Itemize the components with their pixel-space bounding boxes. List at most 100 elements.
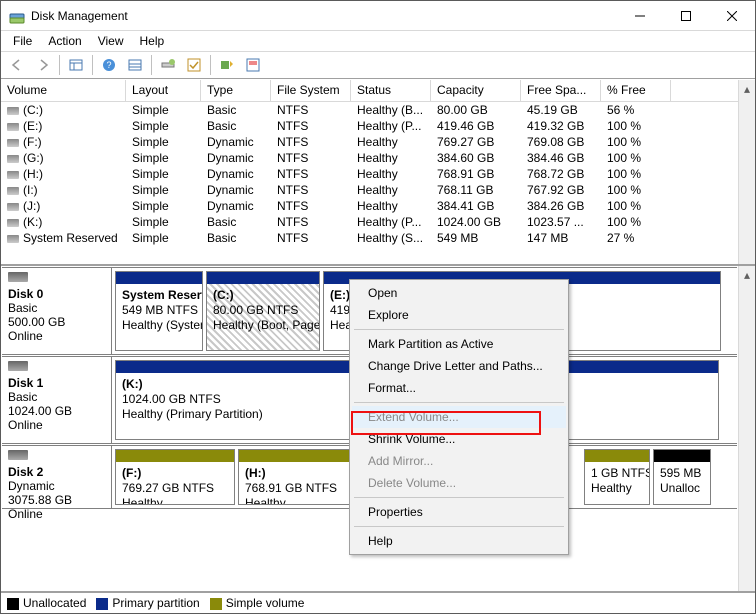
partition[interactable]: System Reserved549 MB NTFSHealthy (Syste… [115, 271, 203, 351]
volume-row[interactable]: (E:)SimpleBasicNTFSHealthy (P...419.46 G… [1, 118, 755, 134]
partition[interactable]: 595 MBUnalloc [653, 449, 711, 505]
back-button[interactable] [5, 54, 29, 76]
partition-body: System Reserved549 MB NTFSHealthy (Syste… [116, 284, 202, 350]
ctx-delete-volume[interactable]: Delete Volume... [352, 472, 566, 494]
col-pct[interactable]: % Free [601, 80, 671, 101]
ctx-open[interactable]: Open [352, 282, 566, 304]
partition-body: 1 GB NTFSHealthy [585, 462, 649, 504]
volume-row[interactable]: (F:)SimpleDynamicNTFSHealthy769.27 GB769… [1, 134, 755, 150]
volume-row[interactable]: (K:)SimpleBasicNTFSHealthy (P...1024.00 … [1, 214, 755, 230]
col-volume[interactable]: Volume [1, 80, 126, 101]
volume-row[interactable]: (H:)SimpleDynamicNTFSHealthy768.91 GB768… [1, 166, 755, 182]
svg-text:?: ? [106, 60, 111, 70]
volume-row[interactable]: System ReservedSimpleBasicNTFSHealthy (S… [1, 230, 755, 246]
toolbar-list-icon[interactable] [123, 54, 147, 76]
legend: Unallocated Primary partition Simple vol… [1, 591, 755, 613]
volume-icon [7, 155, 19, 163]
menu-action[interactable]: Action [40, 32, 89, 50]
partition-bar [116, 450, 234, 462]
legend-primary: Primary partition [96, 596, 199, 610]
ctx-separator [354, 402, 564, 403]
volume-rows: (C:)SimpleBasicNTFSHealthy (B...80.00 GB… [1, 102, 755, 246]
menu-view[interactable]: View [90, 32, 132, 50]
partition-body: (C:)80.00 GB NTFSHealthy (Boot, Page [207, 284, 319, 350]
minimize-button[interactable] [617, 1, 663, 31]
ctx-separator [354, 497, 564, 498]
volume-icon [7, 123, 19, 131]
window-title: Disk Management [31, 9, 617, 23]
scroll-up-icon[interactable]: ▴ [739, 266, 755, 283]
partition-bar [239, 450, 357, 462]
toolbar-action2-icon[interactable] [241, 54, 265, 76]
volume-icon [7, 171, 19, 179]
forward-button[interactable] [31, 54, 55, 76]
volume-scrollbar[interactable]: ▴ [738, 80, 755, 264]
disk-header[interactable]: Disk 2Dynamic3075.88 GBOnline [2, 446, 112, 508]
partition-bar [585, 450, 649, 462]
volume-list: Volume Layout Type File System Status Ca… [1, 80, 755, 266]
app-icon [9, 8, 25, 24]
volume-icon [7, 219, 19, 227]
col-capacity[interactable]: Capacity [431, 80, 521, 101]
partition-bar [207, 272, 319, 284]
toolbar-view-icon[interactable] [64, 54, 88, 76]
partition[interactable]: 1 GB NTFSHealthy [584, 449, 650, 505]
partition-body: (F:)769.27 GB NTFSHealthy [116, 462, 234, 504]
partition[interactable]: (C:)80.00 GB NTFSHealthy (Boot, Page [206, 271, 320, 351]
close-button[interactable] [709, 1, 755, 31]
partition[interactable]: (F:)769.27 GB NTFSHealthy [115, 449, 235, 505]
col-layout[interactable]: Layout [126, 80, 201, 101]
volume-icon [7, 235, 19, 243]
help-icon[interactable]: ? [97, 54, 121, 76]
disk-icon [8, 361, 28, 371]
volume-icon [7, 139, 19, 147]
volume-row[interactable]: (G:)SimpleDynamicNTFSHealthy384.60 GB384… [1, 150, 755, 166]
ctx-explore[interactable]: Explore [352, 304, 566, 326]
menubar: File Action View Help [1, 31, 755, 51]
partition-body: 595 MBUnalloc [654, 462, 710, 504]
ctx-format[interactable]: Format... [352, 377, 566, 399]
ctx-extend-volume[interactable]: Extend Volume... [352, 406, 566, 428]
volume-icon [7, 187, 19, 195]
volume-row[interactable]: (I:)SimpleDynamicNTFSHealthy768.11 GB767… [1, 182, 755, 198]
volume-header: Volume Layout Type File System Status Ca… [1, 80, 755, 102]
toolbar: ? [1, 51, 755, 79]
disk-icon [8, 272, 28, 282]
legend-simple: Simple volume [210, 596, 305, 610]
disk-scrollbar[interactable]: ▴ [738, 266, 755, 591]
context-menu: Open Explore Mark Partition as Active Ch… [349, 279, 569, 555]
ctx-shrink-volume[interactable]: Shrink Volume... [352, 428, 566, 450]
partition[interactable]: (H:)768.91 GB NTFSHealthy [238, 449, 358, 505]
toolbar-action1-icon[interactable] [215, 54, 239, 76]
ctx-mark-active[interactable]: Mark Partition as Active [352, 333, 566, 355]
maximize-button[interactable] [663, 1, 709, 31]
scroll-up-icon[interactable]: ▴ [739, 80, 755, 97]
volume-row[interactable]: (J:)SimpleDynamicNTFSHealthy384.41 GB384… [1, 198, 755, 214]
col-type[interactable]: Type [201, 80, 271, 101]
ctx-separator [354, 329, 564, 330]
toolbar-separator [210, 55, 211, 75]
ctx-separator [354, 526, 564, 527]
partition-bar [654, 450, 710, 462]
refresh-disks-icon[interactable] [156, 54, 180, 76]
volume-row[interactable]: (C:)SimpleBasicNTFSHealthy (B...80.00 GB… [1, 102, 755, 118]
menu-file[interactable]: File [5, 32, 40, 50]
ctx-add-mirror[interactable]: Add Mirror... [352, 450, 566, 472]
toolbar-check-icon[interactable] [182, 54, 206, 76]
col-status[interactable]: Status [351, 80, 431, 101]
disk-icon [8, 450, 28, 460]
col-free[interactable]: Free Spa... [521, 80, 601, 101]
col-fs[interactable]: File System [271, 80, 351, 101]
disk-header[interactable]: Disk 1Basic1024.00 GBOnline [2, 357, 112, 443]
ctx-change-letter[interactable]: Change Drive Letter and Paths... [352, 355, 566, 377]
titlebar: Disk Management [1, 1, 755, 31]
window: Disk Management File Action View Help ? … [0, 0, 756, 614]
volume-icon [7, 203, 19, 211]
ctx-properties[interactable]: Properties [352, 501, 566, 523]
menu-help[interactable]: Help [132, 32, 173, 50]
toolbar-separator [59, 55, 60, 75]
partition-body: (H:)768.91 GB NTFSHealthy [239, 462, 357, 504]
disk-header[interactable]: Disk 0Basic500.00 GBOnline [2, 268, 112, 354]
ctx-help[interactable]: Help [352, 530, 566, 552]
toolbar-separator [151, 55, 152, 75]
